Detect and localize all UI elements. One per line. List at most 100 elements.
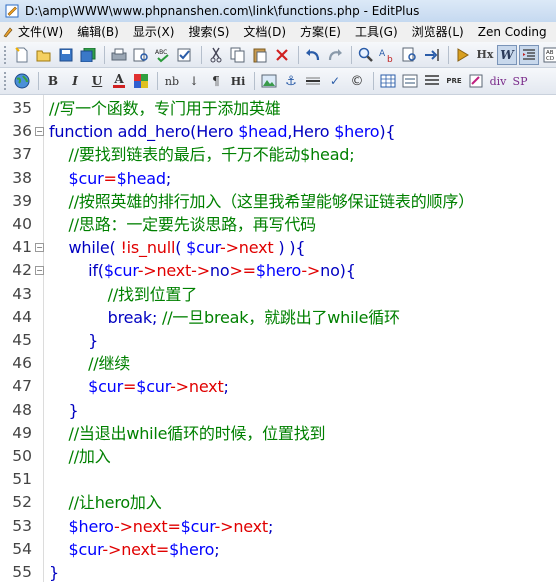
- code-line[interactable]: 43 //找到位置了: [0, 283, 556, 306]
- print-icon[interactable]: [109, 45, 129, 65]
- toolbar-grip[interactable]: [4, 72, 8, 90]
- menu-view[interactable]: 显示(X): [126, 22, 182, 42]
- hex-icon[interactable]: Hx: [475, 45, 495, 65]
- open-icon[interactable]: [34, 45, 54, 65]
- css-icon[interactable]: [466, 71, 486, 91]
- menu-search[interactable]: 搜索(S): [181, 22, 236, 42]
- line-number: 41: [12, 238, 32, 257]
- menu-document[interactable]: 文档(D): [236, 22, 293, 42]
- code-token: $head: [238, 122, 288, 142]
- italic-button[interactable]: I: [65, 71, 85, 91]
- spell-check-icon[interactable]: ABC: [153, 45, 173, 65]
- code-token: while(: [68, 238, 121, 258]
- checkmark-icon[interactable]: ✓: [325, 71, 345, 91]
- code-token: ->next: [170, 377, 224, 397]
- code-token: ;: [165, 168, 172, 188]
- image-icon[interactable]: [259, 71, 279, 91]
- check-icon[interactable]: [175, 45, 195, 65]
- form-icon[interactable]: [400, 71, 420, 91]
- menu-tools[interactable]: 工具(G): [348, 22, 405, 42]
- line-number: 43: [12, 284, 32, 303]
- title-bar[interactable]: D:\amp\WWW\www.phpnanshen.com\link\funct…: [0, 0, 556, 22]
- code-token: //写一个函数，专门用于添加英雄: [49, 99, 281, 118]
- menu-file[interactable]: 文件(W): [16, 22, 70, 42]
- function-list-icon[interactable]: [453, 45, 473, 65]
- fold-toggle-icon[interactable]: −: [35, 127, 44, 137]
- find-icon[interactable]: [356, 45, 376, 65]
- paragraph-button[interactable]: ¶: [206, 71, 226, 91]
- cut-icon[interactable]: [206, 45, 226, 65]
- code-line[interactable]: 52 //让hero加入: [0, 491, 556, 514]
- code-line[interactable]: 50 //加入: [0, 445, 556, 468]
- code-token: //找到位置了: [107, 284, 198, 304]
- toolbar-grip[interactable]: [4, 45, 8, 64]
- code-line[interactable]: 49 //当退出while循环的时候，位置找到: [0, 422, 556, 445]
- heading-button[interactable]: Hi: [228, 71, 248, 91]
- browser-icon[interactable]: [12, 71, 32, 91]
- code-line[interactable]: 54 $cur->next=$hero;: [0, 538, 556, 561]
- code-editor[interactable]: 35//写一个函数，专门用于添加英雄 36− function add_hero(H…: [0, 95, 556, 582]
- menu-browser[interactable]: 浏览器(L): [405, 22, 471, 42]
- table-icon[interactable]: [378, 71, 398, 91]
- code-line[interactable]: 35 //写一个函数，专门用于添加英雄: [0, 97, 556, 120]
- code-line[interactable]: 47 $cur=$cur->next;: [0, 375, 556, 398]
- new-icon[interactable]: [12, 45, 32, 65]
- find-in-files-icon[interactable]: [400, 45, 420, 65]
- hr-icon[interactable]: [303, 71, 323, 91]
- font-color-icon[interactable]: A: [109, 71, 129, 91]
- code-line[interactable]: 45 }: [0, 329, 556, 352]
- menu-zen-coding[interactable]: Zen Coding: [471, 22, 554, 42]
- goto-line-icon[interactable]: [422, 45, 442, 65]
- fold-toggle-icon[interactable]: −: [35, 243, 44, 253]
- code-line[interactable]: 51: [0, 468, 556, 491]
- line-number: 44: [12, 307, 32, 326]
- menu-edit[interactable]: 编辑(B): [70, 22, 126, 42]
- code-text: function add_hero(Hero $head,Hero $hero)…: [49, 120, 396, 143]
- copy-icon[interactable]: [228, 45, 248, 65]
- break-button[interactable]: ↓: [184, 71, 204, 91]
- underline-button[interactable]: U: [87, 71, 107, 91]
- code-line[interactable]: 46 //继续: [0, 352, 556, 375]
- code-line[interactable]: 41− while( !is_null( $cur->next ) ){: [0, 236, 556, 259]
- div-button[interactable]: div: [488, 71, 508, 91]
- code-line[interactable]: 39 //按照英雄的排行加入（这里我希望能够保证链表的顺序）: [0, 190, 556, 213]
- code-line[interactable]: 42− if($cur->next->no>=$hero->no){: [0, 259, 556, 282]
- color-picker-icon[interactable]: [131, 71, 151, 91]
- indent-icon[interactable]: [519, 44, 539, 65]
- window-title: D:\amp\WWW\www.phpnanshen.com\link\funct…: [25, 4, 420, 18]
- code-line[interactable]: 36− function add_hero(Hero $head,Hero $he…: [0, 120, 556, 143]
- code-token: $hero: [334, 122, 380, 142]
- code-line[interactable]: 48 }: [0, 399, 556, 422]
- fold-toggle-icon[interactable]: −: [35, 266, 44, 276]
- span-button[interactable]: SP: [510, 71, 530, 91]
- delete-icon[interactable]: [272, 45, 292, 65]
- code-line[interactable]: 53 $hero->next=$cur->next;: [0, 515, 556, 538]
- save-icon[interactable]: [56, 45, 76, 65]
- list-icon[interactable]: [422, 71, 442, 91]
- code-line[interactable]: 38 $cur=$head;: [0, 167, 556, 190]
- menu-project[interactable]: 方案(E): [293, 22, 348, 42]
- copyright-icon[interactable]: ©: [347, 71, 367, 91]
- anchor-icon[interactable]: ⚓: [281, 71, 301, 91]
- sort-icon[interactable]: AB CD: [541, 45, 556, 65]
- replace-icon[interactable]: Ab: [378, 45, 398, 65]
- save-all-icon[interactable]: [78, 45, 98, 65]
- code-line[interactable]: 37 //要找到链表的最后，千万不能动$head;: [0, 143, 556, 166]
- paste-icon[interactable]: [250, 45, 270, 65]
- line-number: 38: [12, 168, 32, 187]
- code-line[interactable]: 40 //思路：一定要先谈思路，再写代码: [0, 213, 556, 236]
- code-token: //让hero加入: [68, 493, 162, 513]
- nbsp-button[interactable]: nb: [162, 71, 182, 91]
- print-preview-icon[interactable]: [131, 45, 151, 65]
- undo-icon[interactable]: [303, 45, 323, 65]
- code-line[interactable]: 44 break; //一旦break，就跳出了while循环: [0, 306, 556, 329]
- code-line[interactable]: 55}: [0, 561, 556, 582]
- bold-button[interactable]: B: [43, 71, 63, 91]
- pre-button[interactable]: PRE: [444, 71, 464, 91]
- redo-icon[interactable]: [325, 45, 345, 65]
- word-wrap-icon[interactable]: W: [497, 44, 517, 65]
